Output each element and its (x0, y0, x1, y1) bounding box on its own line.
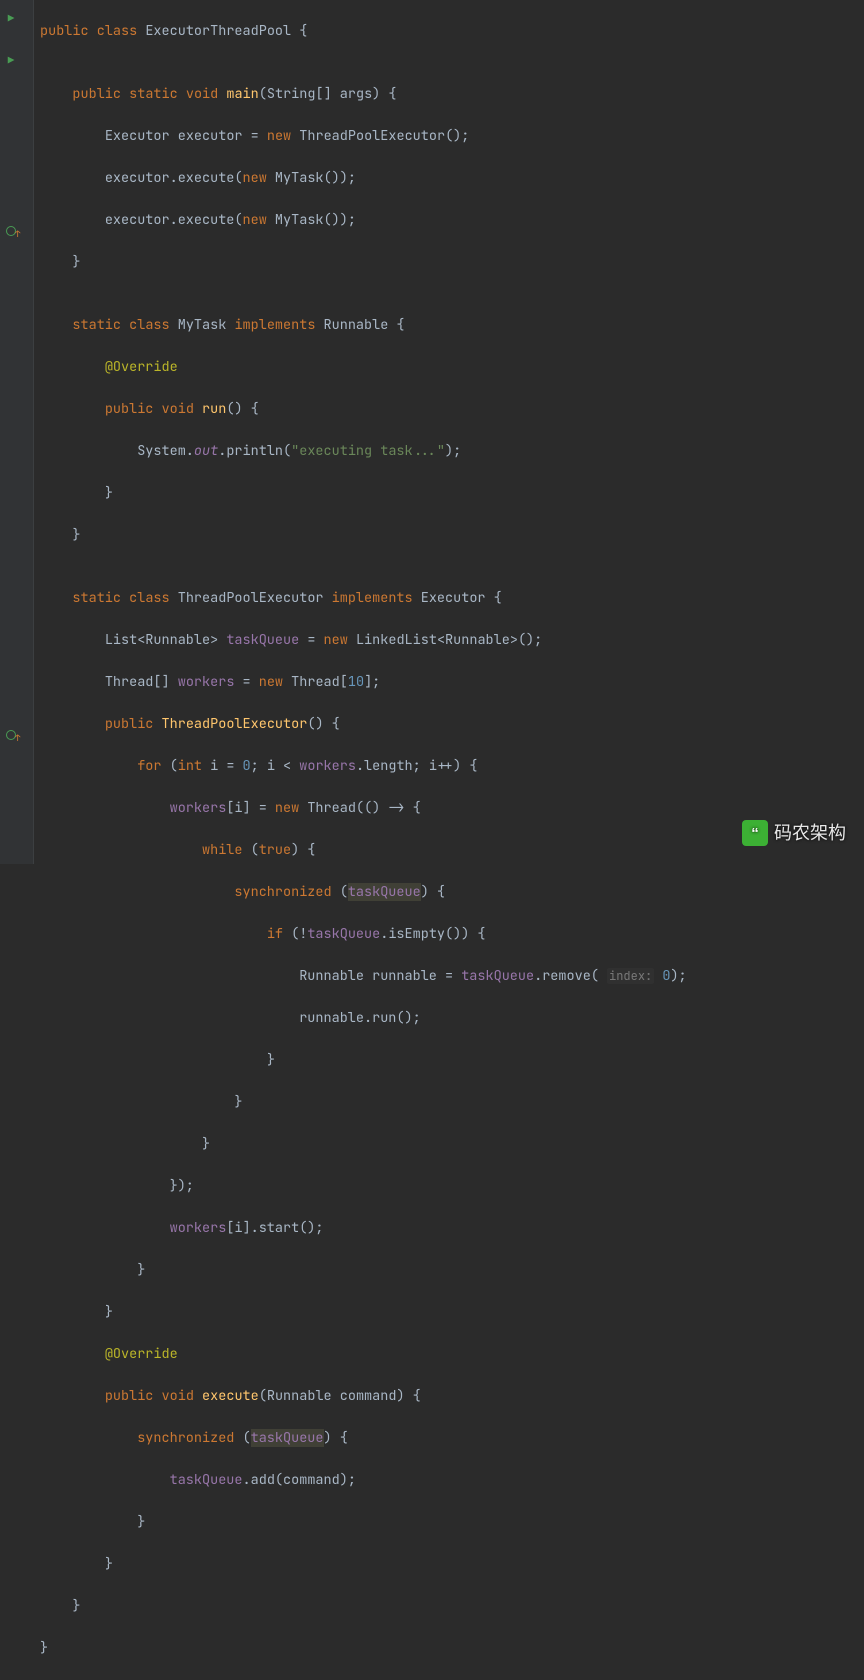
code-line: static class ThreadPoolExecutor implemen… (40, 588, 864, 609)
code-line: public void execute(Runnable command) { (40, 1386, 864, 1407)
editor-gutter: ▶ ▶ (0, 0, 34, 864)
code-line: List<Runnable> taskQueue = new LinkedLis… (40, 630, 864, 651)
code-line: } (40, 1050, 864, 1071)
run-main-icon[interactable]: ▶ (4, 54, 18, 68)
code-line: runnable.run(); (40, 1008, 864, 1029)
code-line: @Override (40, 1344, 864, 1365)
code-editor[interactable]: public class ExecutorThreadPool { public… (34, 0, 864, 864)
code-line: public static void main(String[] args) { (40, 84, 864, 105)
code-line: workers[i].start(); (40, 1218, 864, 1239)
code-line: public ThreadPoolExecutor() { (40, 714, 864, 735)
code-line: } (40, 1302, 864, 1323)
watermark-text: 码农架构 (774, 823, 846, 844)
code-line: } (40, 1596, 864, 1617)
code-line: Runnable runnable = taskQueue.remove( in… (40, 966, 864, 987)
code-line: workers[i] = new Thread(() -> { (40, 798, 864, 819)
code-line: public void run() { (40, 399, 864, 420)
code-line: }); (40, 1176, 864, 1197)
code-line: } (40, 1134, 864, 1155)
code-line: while (true) { (40, 840, 864, 861)
code-line: } (40, 483, 864, 504)
code-line: static class MyTask implements Runnable … (40, 315, 864, 336)
code-line: } (40, 1554, 864, 1575)
code-line: Executor executor = new ThreadPoolExecut… (40, 126, 864, 147)
wechat-icon: “ (742, 820, 768, 846)
watermark: “ 码农架构 (742, 820, 846, 846)
override-icon[interactable] (4, 224, 18, 238)
code-line: if (!taskQueue.isEmpty()) { (40, 924, 864, 945)
code-line: Thread[] workers = new Thread[10]; (40, 672, 864, 693)
run-icon[interactable]: ▶ (4, 12, 18, 26)
code-line: } (40, 1092, 864, 1113)
code-line: } (40, 1512, 864, 1533)
code-line: for (int i = 0; i < workers.length; i++)… (40, 756, 864, 777)
code-line: @Override (40, 357, 864, 378)
code-line: } (40, 1638, 864, 1659)
override-icon[interactable] (4, 728, 18, 742)
code-line: } (40, 525, 864, 546)
code-line: synchronized (taskQueue) { (40, 1428, 864, 1449)
code-line: System.out.println("executing task..."); (40, 441, 864, 462)
code-line: taskQueue.add(command); (40, 1470, 864, 1491)
code-line: synchronized (taskQueue) { (40, 882, 864, 903)
code-line: public class ExecutorThreadPool { (40, 21, 864, 42)
code-line: executor.execute(new MyTask()); (40, 168, 864, 189)
code-line: } (40, 1260, 864, 1281)
code-line: } (40, 252, 864, 273)
code-line: executor.execute(new MyTask()); (40, 210, 864, 231)
